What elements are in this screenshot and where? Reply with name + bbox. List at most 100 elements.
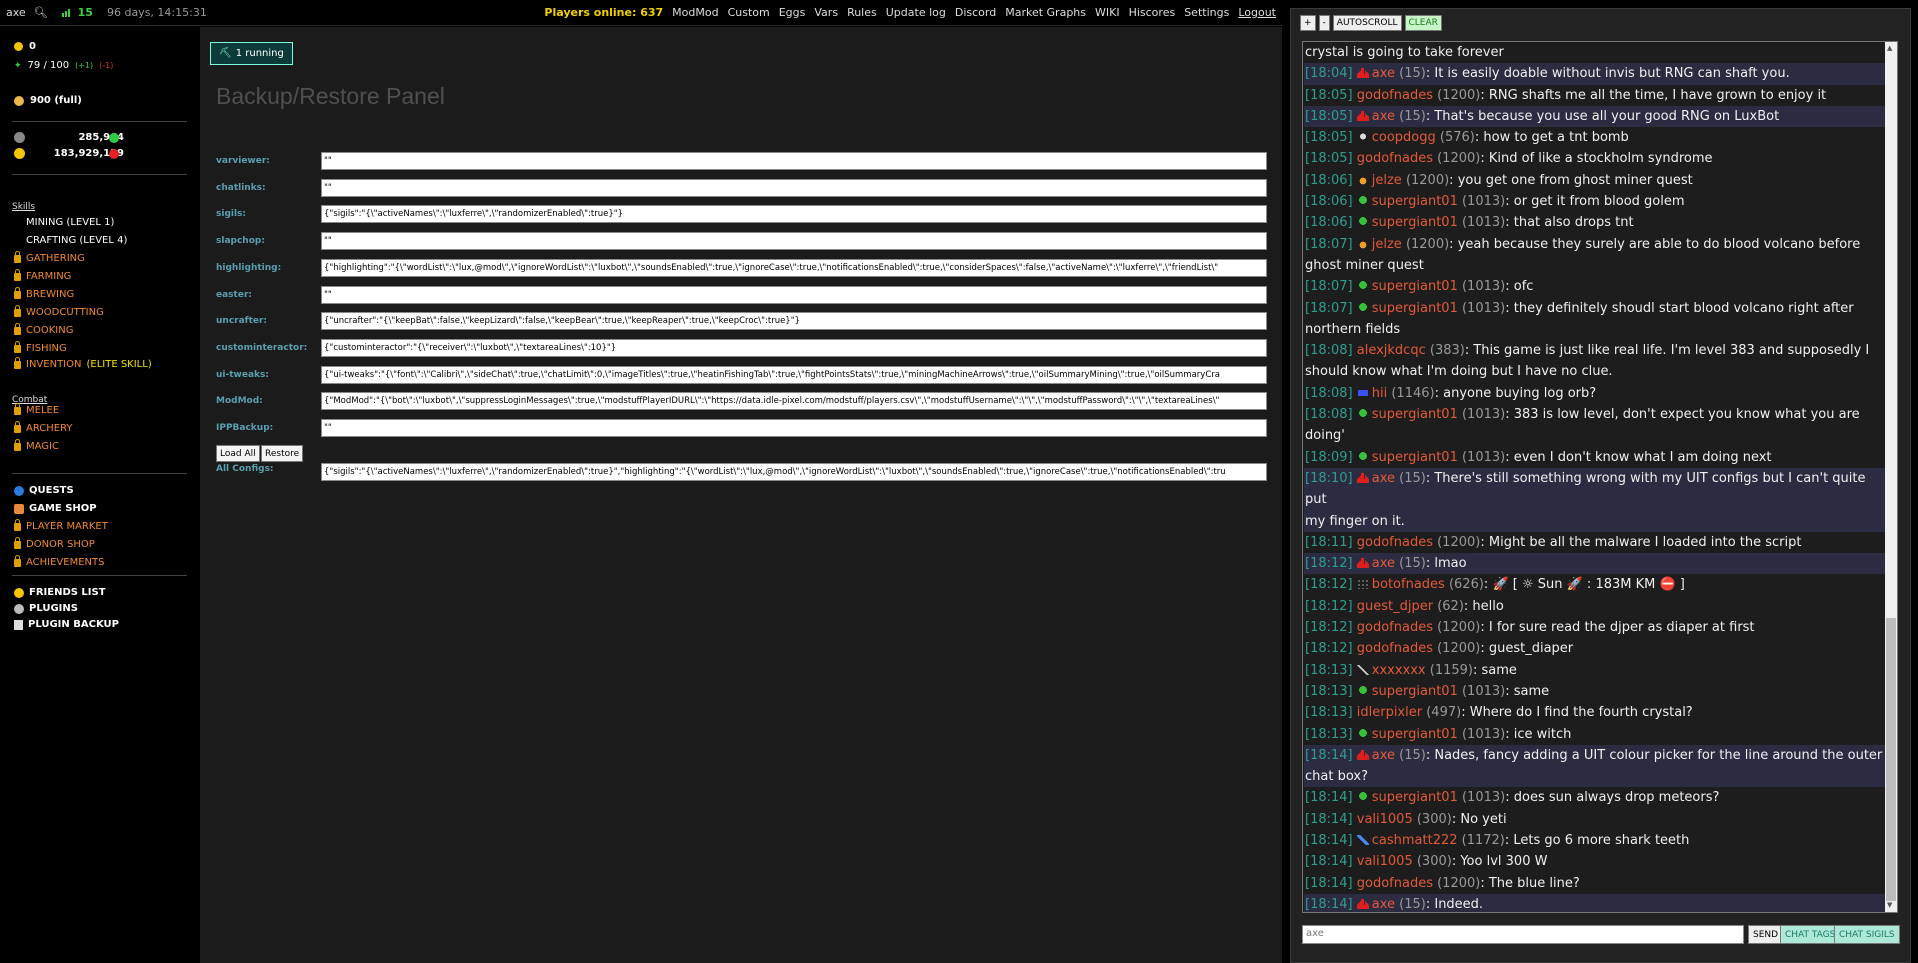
chat-username[interactable]: supergiant01 [1372, 450, 1458, 465]
chat-username[interactable]: godofnades [1357, 535, 1433, 550]
autoscroll-button[interactable]: AUTOSCROLL [1332, 15, 1402, 31]
sidebar-item-donor-shop[interactable]: DONOR SHOP [14, 536, 95, 550]
nav-item-vars[interactable]: Vars [814, 6, 838, 19]
chat-username[interactable]: axe [1372, 556, 1395, 571]
chat-username[interactable]: godofnades [1357, 876, 1433, 891]
logout-link[interactable]: Logout [1238, 6, 1276, 19]
chat-level: (1013) [1461, 726, 1506, 742]
restore-button[interactable]: Restore [261, 445, 304, 462]
nav-item-modmod[interactable]: ModMod [672, 6, 718, 19]
chat-username[interactable]: supergiant01 [1372, 301, 1458, 316]
chat-tags-button[interactable]: CHAT TAGS [1780, 925, 1841, 944]
chat-scrollbar[interactable]: ▲ ▼ [1885, 42, 1897, 912]
nav-item-custom[interactable]: Custom [728, 6, 770, 19]
config-input[interactable]: {"custominteractor":"{\"receiver\":\"lux… [321, 338, 1267, 357]
all-configs-textarea[interactable]: {"sigils":"{\"activeNames\":\"luxferre\"… [321, 463, 1267, 481]
chat-log[interactable]: crystal is going to take forever [18:04] … [1302, 41, 1898, 913]
chat-username[interactable]: jelze [1372, 237, 1402, 252]
sidebar-item-mining[interactable]: MINING (LEVEL 1) [14, 217, 114, 228]
lock-icon [14, 286, 21, 299]
chat-username[interactable]: godofnades [1357, 620, 1433, 635]
sidebar-item-player-market[interactable]: PLAYER MARKET [14, 518, 108, 532]
chat-username[interactable]: supergiant01 [1372, 215, 1458, 230]
search-icon[interactable]: 🔍︎ [34, 6, 48, 19]
sidebar-item-brewing[interactable]: BREWING [14, 286, 74, 300]
scroll-up-icon[interactable]: ▲ [1887, 44, 1892, 52]
chat-username[interactable]: godofnades [1357, 88, 1433, 103]
sidebar-item-fishing[interactable]: FISHING [14, 340, 67, 354]
nav-item-eggs[interactable]: Eggs [779, 6, 806, 19]
config-input[interactable]: {"ModMod":"{\"bot\":\"luxbot\",\"suppres… [321, 392, 1267, 411]
chat-username[interactable]: supergiant01 [1372, 279, 1458, 294]
clear-button[interactable]: CLEAR [1404, 15, 1442, 31]
sidebar-item-game-shop[interactable]: GAME SHOP [14, 503, 97, 514]
sidebar-item-melee[interactable]: MELEE [14, 402, 59, 416]
chat-level: (1200) [1437, 641, 1481, 657]
sidebar-item-achievements[interactable]: ACHIEVEMENTS [14, 554, 104, 568]
chat-username[interactable]: guest_djper [1357, 599, 1433, 614]
sidebar-item-plugins[interactable]: PLUGINS [14, 603, 78, 614]
nav-item-discord[interactable]: Discord [955, 6, 996, 19]
sidebar-item-farming[interactable]: FARMING [14, 268, 71, 282]
chat-username[interactable]: godofnades [1357, 151, 1433, 166]
chat-username[interactable]: axe [1372, 897, 1395, 912]
chat-timestamp: [18:12] [1305, 620, 1353, 636]
chat-username[interactable]: alexjkdcqc [1357, 343, 1426, 358]
config-input[interactable]: {"uncrafter":"{\"keepBat\":false,\"keepL… [321, 312, 1267, 331]
chat-username[interactable]: supergiant01 [1372, 407, 1458, 422]
chat-username[interactable]: axe [1372, 109, 1395, 124]
config-input[interactable]: "" [321, 419, 1267, 437]
config-input[interactable]: "" [321, 232, 1267, 251]
chat-username[interactable]: vali1005 [1357, 812, 1413, 827]
chat-username[interactable]: supergiant01 [1372, 194, 1458, 209]
chat-username[interactable]: godofnades [1357, 641, 1433, 656]
chat-username[interactable]: hii [1372, 386, 1387, 401]
nav-item-update-log[interactable]: Update log [886, 6, 946, 19]
sidebar-item-archery[interactable]: ARCHERY [14, 420, 73, 434]
scroll-thumb[interactable] [1886, 618, 1896, 901]
chat-sigils-button[interactable]: CHAT SIGILS [1834, 925, 1900, 944]
config-input[interactable]: {"highlighting":"{\"wordList\":\"lux,@mo… [321, 258, 1267, 277]
chat-username[interactable]: axe [1372, 748, 1395, 763]
scroll-down-icon[interactable]: ▼ [1887, 901, 1892, 909]
sidebar-item-crafting[interactable]: CRAFTING (LEVEL 4) [14, 235, 127, 246]
chat-username[interactable]: coopdogg [1372, 130, 1436, 145]
sidebar-item-woodcutting[interactable]: WOODCUTTING [14, 304, 104, 318]
sidebar-item-invention[interactable]: INVENTION (ELITE SKILL) [14, 356, 152, 370]
chat-username[interactable]: supergiant01 [1372, 684, 1458, 699]
config-row-uncrafter: uncrafter: {"uncrafter":"{\"keepBat\":fal… [216, 312, 1276, 331]
chat-username[interactable]: cashmatt222 [1372, 833, 1458, 848]
sidebar-item-quests[interactable]: QUESTS [14, 485, 74, 496]
chat-username[interactable]: jelze [1372, 173, 1402, 188]
chat-username[interactable]: vali1005 [1357, 854, 1413, 869]
nav-item-settings[interactable]: Settings [1184, 6, 1229, 19]
chat-username[interactable]: supergiant01 [1372, 790, 1458, 805]
load-all-button[interactable]: Load All [216, 445, 260, 462]
chat-username[interactable]: botofnades [1372, 577, 1445, 592]
chat-username[interactable]: xxxxxxx [1372, 663, 1426, 678]
config-input[interactable]: "" [321, 152, 1267, 170]
energy-icon: ✦ [14, 60, 22, 71]
config-input[interactable]: "" [321, 178, 1267, 197]
zoom-in-button[interactable]: + [1300, 15, 1316, 31]
nav-item-hiscores[interactable]: Hiscores [1129, 6, 1176, 19]
chat-username[interactable]: axe [1372, 66, 1395, 81]
nav-item-market-graphs[interactable]: Market Graphs [1005, 6, 1086, 19]
config-input[interactable]: {"ui-tweaks":"{\"font\":\"Calibri\",\"si… [321, 365, 1267, 384]
send-button[interactable]: SEND [1748, 925, 1784, 944]
chat-username[interactable]: supergiant01 [1372, 727, 1458, 742]
sidebar-item-plugin-backup[interactable]: PLUGIN BACKUP [14, 619, 119, 630]
nav-item-rules[interactable]: Rules [847, 6, 877, 19]
sidebar-item-magic[interactable]: MAGIC [14, 438, 59, 452]
zoom-out-button[interactable]: - [1318, 15, 1330, 31]
chat-username[interactable]: idlerpixler [1357, 705, 1422, 720]
running-indicator[interactable]: ⛏ 1 running [210, 42, 293, 65]
nav-item-wiki[interactable]: WIKI [1095, 6, 1120, 19]
chat-username[interactable]: axe [1372, 471, 1395, 486]
config-input[interactable]: {"sigils":"{\"activeNames\":\"luxferre\"… [321, 205, 1267, 224]
chat-input[interactable]: axe [1302, 925, 1744, 944]
config-input[interactable]: "" [321, 285, 1267, 304]
sidebar-item-gathering[interactable]: GATHERING [14, 250, 85, 264]
sidebar-item-cooking[interactable]: COOKING [14, 322, 73, 336]
sidebar-item-friends-list[interactable]: FRIENDS LIST [14, 587, 106, 598]
